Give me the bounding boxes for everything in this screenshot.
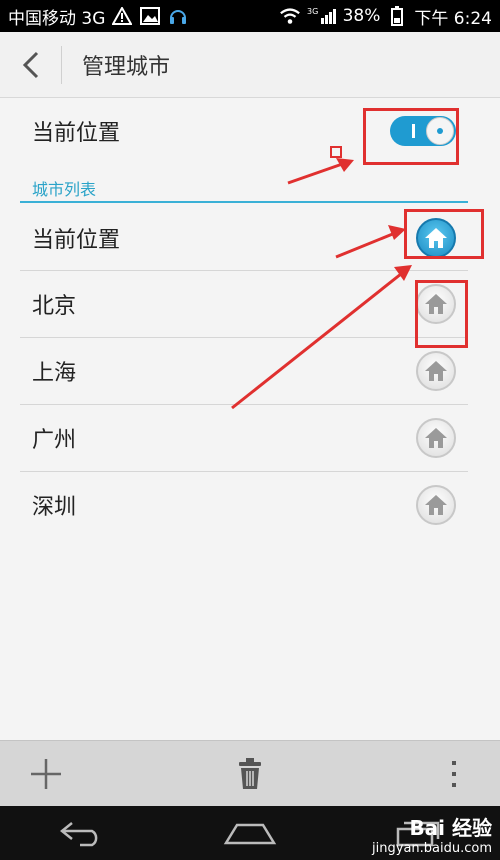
add-city-button[interactable]	[24, 752, 68, 796]
plus-icon	[31, 758, 61, 789]
more-vert-icon	[452, 760, 456, 787]
watermark-brand: Bai 经验	[409, 816, 492, 840]
trash-icon	[239, 757, 261, 789]
nav-back-button[interactable]	[53, 813, 113, 853]
annotation-arrows	[231, 146, 412, 410]
nav-home-button[interactable]	[220, 813, 280, 853]
baidu-watermark: Bai 经验 jingyan.baidu.com	[372, 812, 492, 856]
bottom-toolbar	[0, 740, 500, 806]
watermark-url: jingyan.baidu.com	[372, 841, 492, 856]
delete-city-button[interactable]	[228, 752, 272, 796]
back-arrow-icon	[60, 822, 98, 847]
home-outline-icon	[223, 823, 277, 845]
more-menu-button[interactable]	[432, 752, 476, 796]
